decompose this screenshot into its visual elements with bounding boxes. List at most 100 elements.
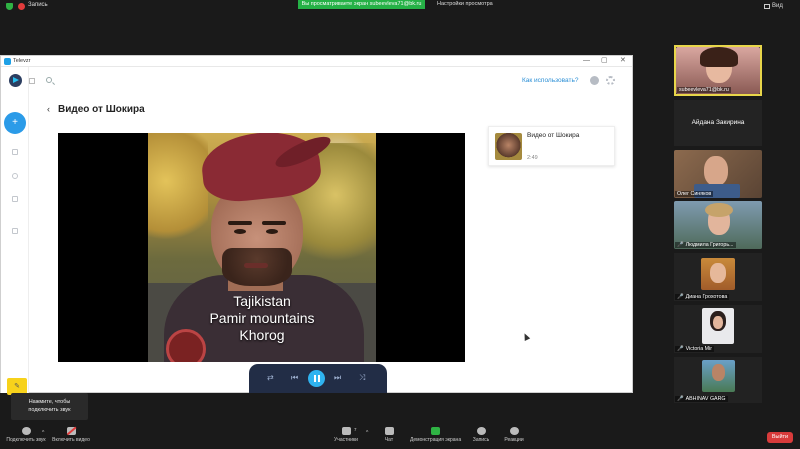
- download-icon[interactable]: [12, 196, 18, 202]
- start-video-button[interactable]: Включить видео: [50, 427, 92, 443]
- chat-icon: [384, 427, 394, 435]
- participants-icon: [341, 427, 351, 435]
- caption-line-1: Tajikistan: [233, 293, 291, 309]
- participant-name-text: Диана Грохотова: [685, 294, 728, 300]
- tooltip-line-2: подключить звук: [28, 407, 71, 413]
- video-off-icon: [66, 427, 76, 435]
- video-caption: Tajikistan Pamir mountains Khorog: [148, 293, 376, 344]
- playlist-item-duration: 2:49: [527, 155, 538, 161]
- back-arrow-icon[interactable]: ‹: [47, 104, 50, 114]
- menu-icon[interactable]: [29, 78, 35, 84]
- folder-icon[interactable]: [12, 149, 18, 155]
- video-person-eye-right: [266, 229, 278, 234]
- record-label: Запись: [472, 437, 490, 443]
- participants-count: 7: [354, 427, 357, 432]
- smile-icon: [509, 427, 519, 435]
- app-sidebar: + ✎: [1, 67, 29, 395]
- participant-name: 🎤 Людмила Григорь...: [675, 242, 736, 248]
- participant-name-text: Victoria Mir: [685, 346, 713, 352]
- participant-name: 🎤 Диана Грохотова: [675, 294, 730, 300]
- player-controls: ⇄ ⏮ ⏭ ⤨: [249, 364, 387, 393]
- video-frame: Tajikistan Pamir mountains Khorog: [148, 133, 376, 362]
- view-button[interactable]: Вид: [772, 3, 783, 9]
- minimize-button[interactable]: —: [583, 57, 590, 65]
- leave-button[interactable]: Выйти: [767, 432, 793, 443]
- caption-line-2: Pamir mountains: [209, 310, 315, 326]
- grid-icon: [764, 4, 770, 9]
- pause-button[interactable]: [308, 370, 325, 387]
- caption-line-3: Khorog: [239, 327, 285, 343]
- search-icon[interactable]: [46, 77, 52, 83]
- participant-tile[interactable]: 🎤 Victoria Mir: [674, 305, 762, 353]
- tooltip-line-1: Нажмите, чтобы: [28, 399, 71, 405]
- video-person-mouth: [244, 263, 268, 268]
- start-video-label: Включить видео: [52, 437, 90, 443]
- audio-options-caret-icon[interactable]: ^: [42, 430, 44, 436]
- participants-label: Участники: [334, 437, 358, 443]
- participants-caret-icon[interactable]: ^: [366, 430, 368, 436]
- record-icon: [476, 427, 486, 435]
- participant-name: 🎤 ABHINAV GARG: [675, 396, 728, 402]
- mic-muted-icon: 🎤: [677, 396, 684, 402]
- participant-name: Олег Синяков: [675, 191, 714, 197]
- video-player[interactable]: Tajikistan Pamir mountains Khorog: [58, 133, 465, 362]
- record-icon: [18, 3, 25, 10]
- participant-tile[interactable]: subeevleva71@bk.ru: [674, 45, 762, 96]
- playlist-item-title: Видео от Шокира: [527, 132, 580, 139]
- join-audio-tooltip: Нажмите, чтобы подключить звук: [11, 393, 88, 420]
- playlist-item[interactable]: Видео от Шокира 2:49: [488, 126, 615, 166]
- close-button[interactable]: ✕: [620, 57, 626, 65]
- participant-tile[interactable]: 🎤 ABHINAV GARG: [674, 357, 762, 403]
- share-screen-label: Демонстрация экрана: [410, 437, 462, 443]
- chat-label: Чат: [384, 437, 394, 443]
- participant-tile[interactable]: 🎤 Диана Грохотова: [674, 253, 762, 301]
- previous-icon[interactable]: ⏮: [291, 373, 298, 383]
- video-thumbnail: [495, 133, 522, 160]
- reactions-label: Реакции: [504, 437, 524, 443]
- participant-name: 🎤 Victoria Mir: [675, 346, 715, 352]
- next-icon[interactable]: ⏭: [334, 373, 341, 383]
- headphones-icon: [21, 427, 31, 435]
- shuffle-icon[interactable]: ⤨: [359, 373, 365, 383]
- recording-label[interactable]: Запись: [28, 2, 48, 8]
- share-banner: Вы просматриваете экран subeevleva71@bk.…: [298, 0, 425, 9]
- share-screen-button[interactable]: Демонстрация экрана: [410, 427, 462, 443]
- chat-button[interactable]: Чат: [380, 427, 398, 443]
- user-icon[interactable]: [590, 76, 599, 85]
- participant-name: Айдана Закирина: [691, 119, 745, 126]
- how-to-use-link[interactable]: Как использовать?: [522, 77, 578, 84]
- participant-name-text: ABHINAV GARG: [685, 396, 726, 402]
- reactions-button[interactable]: Реакции: [503, 427, 525, 443]
- app-logo-icon: [4, 58, 11, 65]
- join-audio-button[interactable]: Подключить звук: [5, 427, 47, 443]
- library-icon[interactable]: [12, 228, 18, 234]
- video-person-brow-left: [228, 221, 252, 225]
- shield-icon[interactable]: [6, 3, 13, 10]
- mic-muted-icon: 🎤: [677, 294, 684, 300]
- participant-tile[interactable]: 🎤 Людмила Григорь...: [674, 201, 762, 249]
- join-audio-label: Подключить звук: [6, 437, 46, 443]
- participant-name: subeevleva71@bk.ru: [677, 87, 731, 93]
- video-person-eye-left: [234, 229, 246, 234]
- page-title: Видео от Шокира: [58, 104, 145, 115]
- participant-name-text: Людмила Григорь...: [685, 242, 734, 248]
- zoom-top-bar: Запись Вы просматриваете экран subeevlev…: [0, 0, 800, 12]
- zoom-meeting-screen: Запись Вы просматриваете экран subeevlev…: [0, 0, 800, 449]
- maximize-button[interactable]: ▢: [601, 57, 608, 65]
- clock-icon[interactable]: [12, 173, 18, 179]
- participant-tile[interactable]: Айдана Закирина: [674, 100, 762, 146]
- participant-tile[interactable]: Олег Синяков: [674, 150, 762, 198]
- record-button[interactable]: Запись: [470, 427, 492, 443]
- video-person-brow-right: [262, 221, 286, 225]
- repeat-icon[interactable]: ⇄: [267, 373, 274, 383]
- mic-muted-icon: 🎤: [677, 242, 684, 248]
- gear-icon[interactable]: [606, 76, 615, 85]
- video-tree-left: [148, 133, 208, 253]
- televzr-logo-icon[interactable]: [9, 74, 22, 87]
- window-titlebar: Televzr — ▢ ✕: [1, 56, 632, 67]
- view-settings-menu[interactable]: Настройки просмотра: [437, 1, 493, 7]
- window-title: Televzr: [13, 58, 31, 64]
- share-screen-icon: [430, 427, 440, 435]
- add-button[interactable]: +: [4, 112, 26, 134]
- zoom-toolbar: Подключить звук ^ Включить видео Участни…: [0, 424, 800, 449]
